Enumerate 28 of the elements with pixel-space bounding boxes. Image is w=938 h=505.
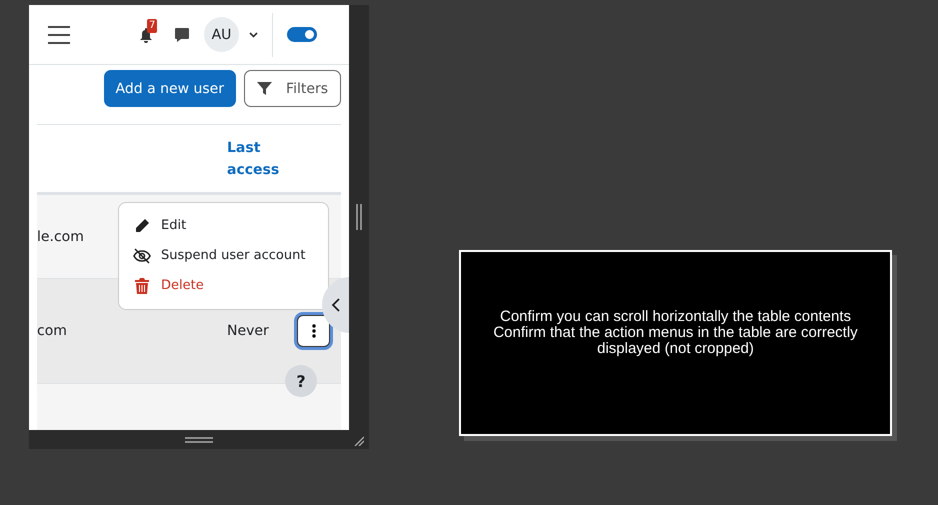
more-vertical-icon xyxy=(312,324,316,338)
menu-item[interactable]: Edit xyxy=(119,211,200,241)
funnel-icon xyxy=(257,82,272,96)
filters-button[interactable]: Filters xyxy=(244,70,341,107)
menu-item[interactable]: Delete xyxy=(119,271,218,301)
column-header[interactable]: Last access xyxy=(227,136,277,180)
splitter-handle-icon[interactable] xyxy=(356,204,362,230)
trash-icon xyxy=(133,278,151,294)
chat-icon[interactable] xyxy=(174,26,190,42)
actions-menu-button[interactable] xyxy=(297,315,330,347)
pencil-icon xyxy=(133,218,151,234)
menu-item[interactable]: Suspend user account xyxy=(119,241,320,271)
table-cell-text: com xyxy=(37,323,68,339)
resize-handle-icon[interactable] xyxy=(185,436,213,442)
eye-slash-icon xyxy=(133,248,151,264)
instruction-text: Confirm you can scroll horizontally the table contents xyxy=(498,309,852,325)
notification-badge: 7 xyxy=(147,18,158,32)
table-cell-text: Never xyxy=(227,323,270,339)
instruction-text: Confirm that the action menus in the table are correctly displayed (not cropped) xyxy=(492,325,859,357)
bell-icon[interactable] xyxy=(139,26,153,42)
menu-icon[interactable] xyxy=(48,26,70,44)
chevron-down-icon[interactable] xyxy=(249,32,258,38)
corner-resize-icon[interactable] xyxy=(354,436,364,446)
user-avatar[interactable]: AU xyxy=(204,17,239,52)
add-user-button[interactable]: Add a new user xyxy=(104,70,236,107)
table-cell-text: le.com xyxy=(37,228,85,244)
edit-mode-toggle[interactable] xyxy=(287,27,317,42)
chevron-left-icon xyxy=(331,298,340,312)
